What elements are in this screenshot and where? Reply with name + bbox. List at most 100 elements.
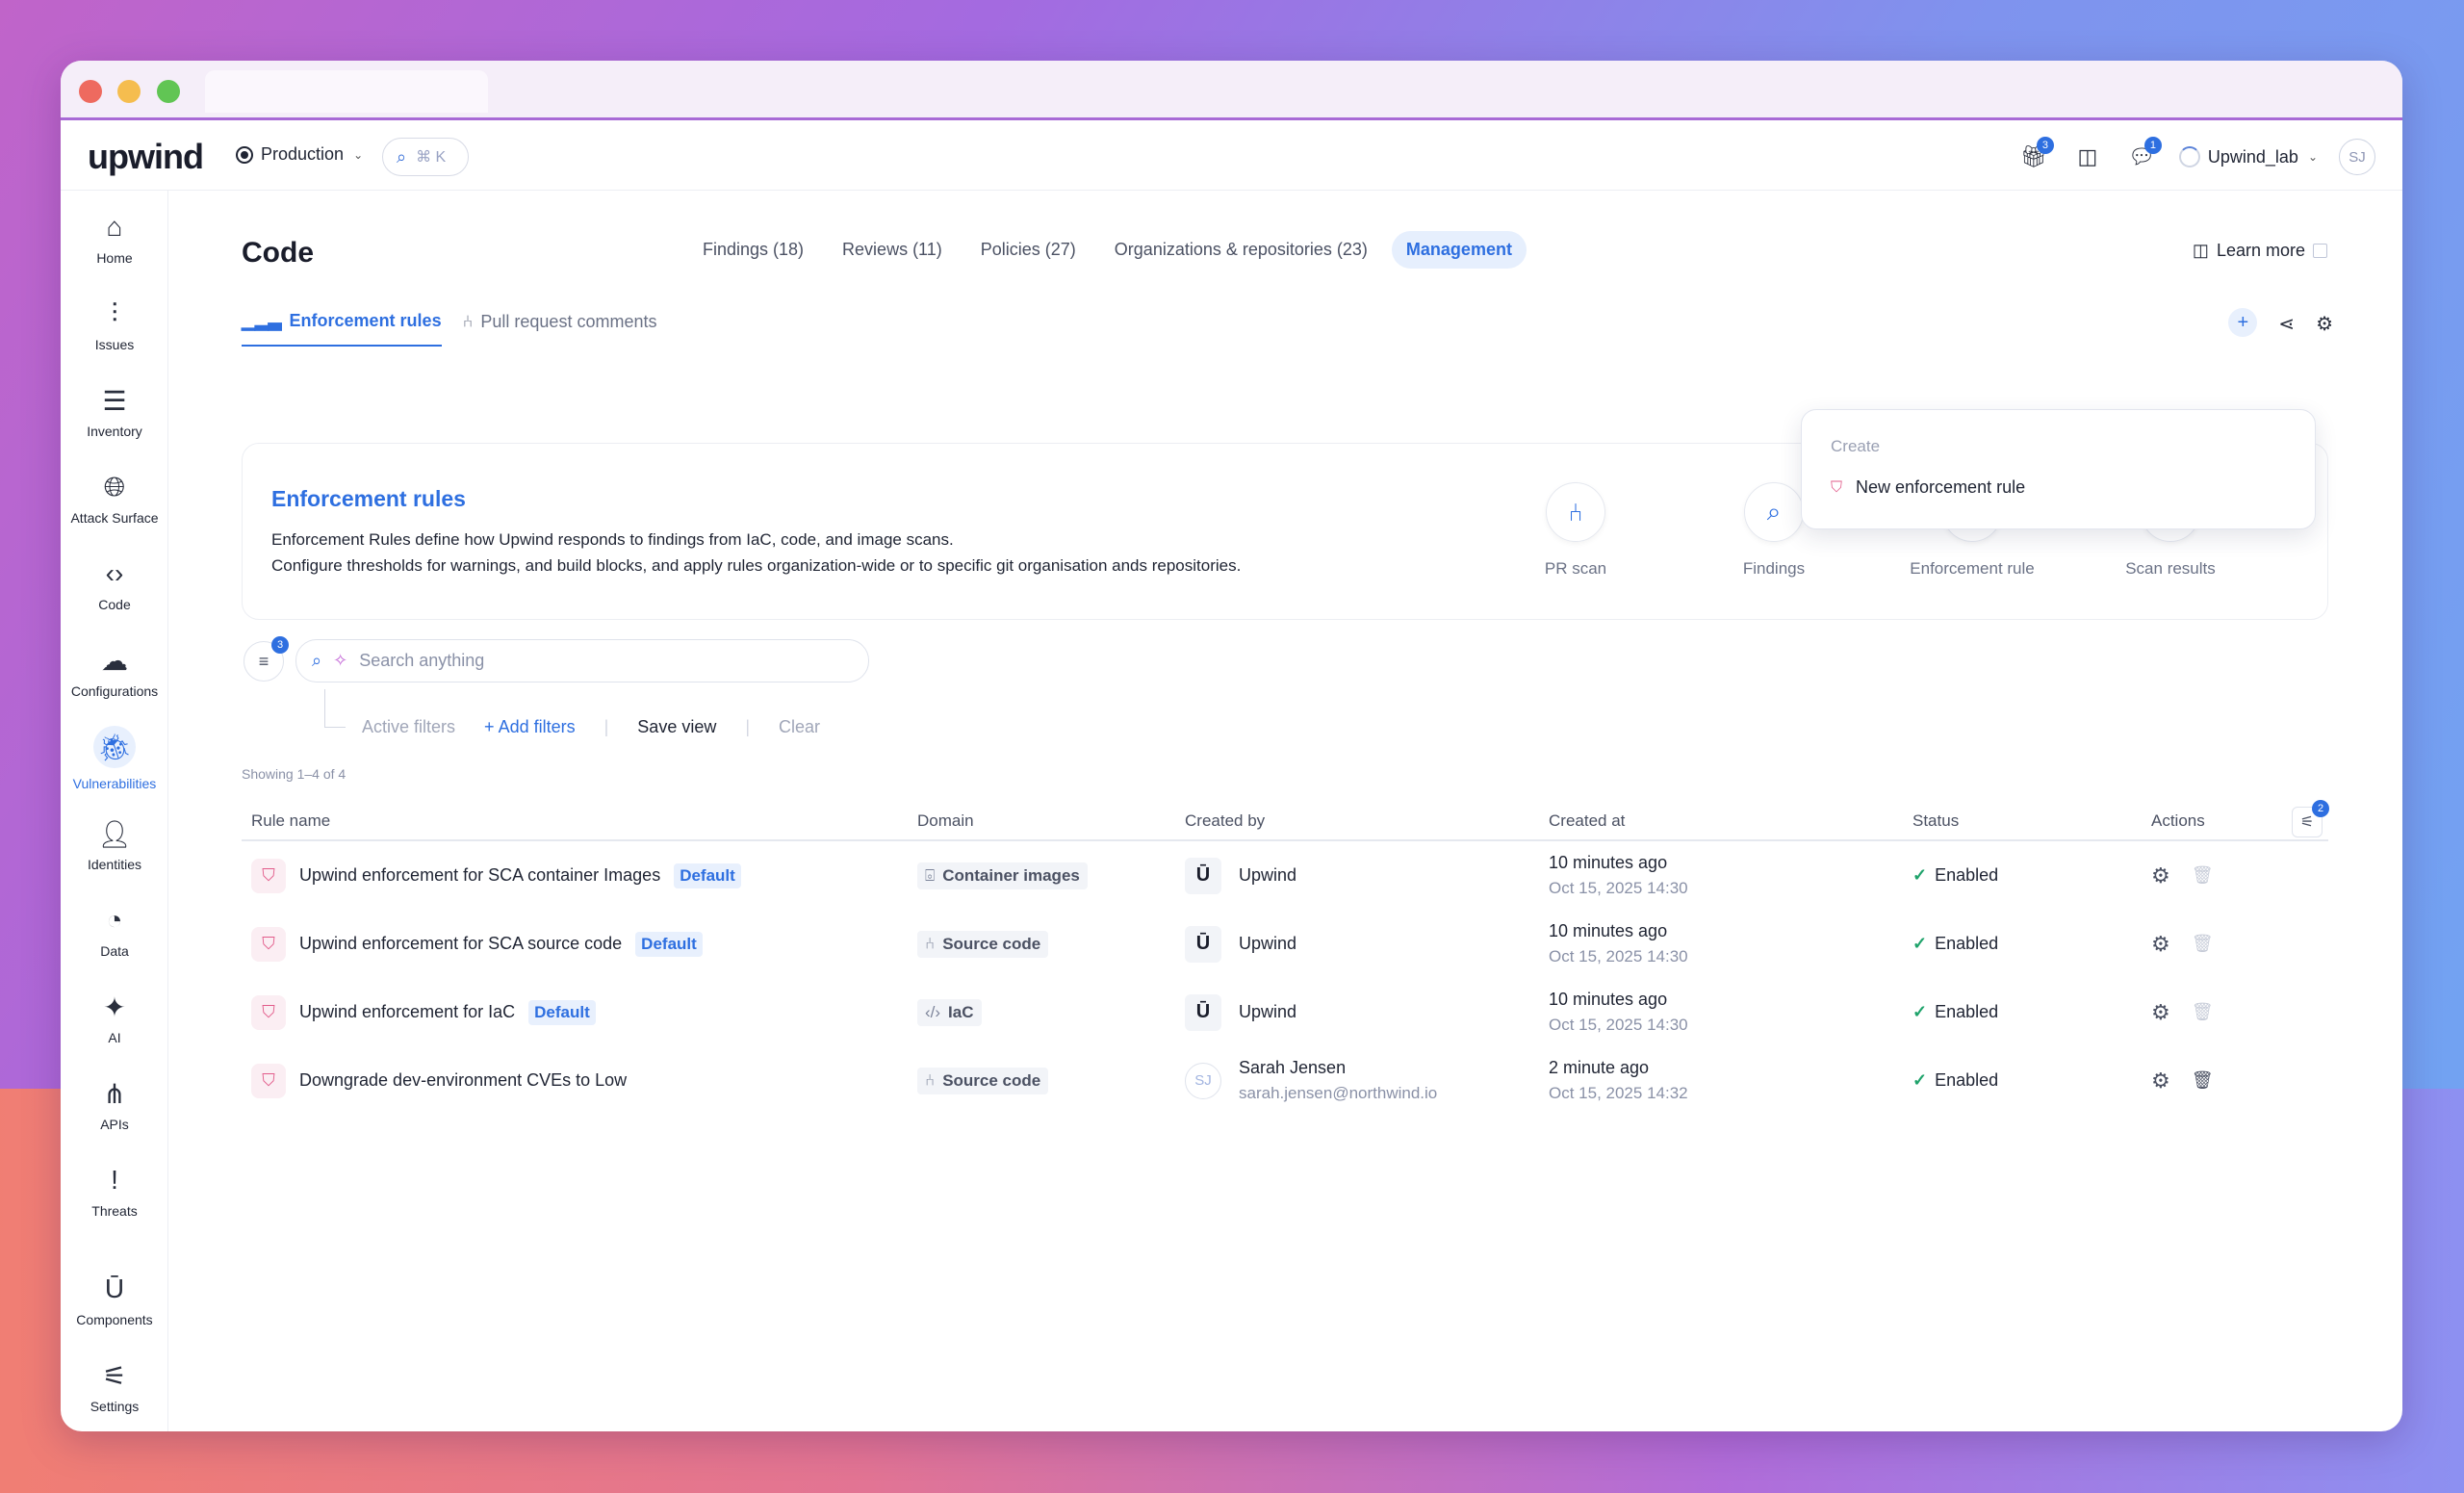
default-tag: Default: [674, 862, 741, 888]
command-search-button[interactable]: ⌕ ⌘ K: [382, 138, 469, 176]
sidebar-item-attack-surface[interactable]: 🌐︎ Attack Surface: [61, 471, 168, 527]
sidebar-item-settings[interactable]: ⚟ Settings: [61, 1360, 168, 1415]
search-placeholder: Search anything: [359, 651, 485, 670]
person-icon: 👤︎: [97, 818, 132, 849]
section-tabs: Findings (18) Reviews (11) Policies (27)…: [688, 231, 1527, 269]
sidebar-item-home[interactable]: ⌂ Home: [61, 212, 168, 266]
sidebar-item-label: Components: [76, 1312, 153, 1327]
minimize-window-button[interactable]: [117, 80, 141, 103]
table-row[interactable]: ⛉ Upwind enforcement for SCA container I…: [242, 841, 2328, 910]
gear-icon[interactable]: ⚙: [2316, 312, 2333, 337]
org-selector[interactable]: Upwind_lab ⌄: [2178, 146, 2318, 167]
docs-button[interactable]: ◫: [2071, 141, 2104, 173]
learn-more-link[interactable]: ◫ Learn more: [2193, 241, 2327, 261]
rule-name[interactable]: Upwind enforcement for IaC: [299, 1002, 515, 1022]
sidebar-item-data[interactable]: ◔ Data: [61, 905, 168, 959]
filter-bar: Active filters + Add filters | Save view…: [362, 717, 820, 737]
domain-label: IaC: [948, 1002, 974, 1021]
rule-name[interactable]: Upwind enforcement for SCA source code: [299, 934, 622, 954]
creator-name: Sarah Jensen: [1239, 1058, 1347, 1077]
sidebar-item-ai[interactable]: ✦ AI: [61, 991, 168, 1046]
sidebar-item-components[interactable]: Ū Components: [61, 1274, 168, 1327]
add-filters-button[interactable]: + Add filters: [484, 717, 576, 737]
subtab-label: Pull request comments: [480, 312, 657, 331]
pie-icon: ◔: [106, 905, 123, 935]
table-row[interactable]: ⛉ Upwind enforcement for SCA source code…: [242, 910, 2328, 978]
sidebar-item-label: Identities: [87, 857, 142, 872]
column-header[interactable]: Rule name: [242, 811, 911, 831]
app-logo[interactable]: upwind: [88, 137, 204, 177]
sidebar-item-apis[interactable]: ⋔ APIs: [61, 1078, 168, 1133]
sidebar-item-inventory[interactable]: ☰ Inventory: [61, 385, 168, 440]
domain-chip: ‹/› IaC: [917, 998, 982, 1026]
add-button[interactable]: +: [2228, 308, 2258, 337]
sidebar-item-issues[interactable]: ⫶ Issues: [61, 298, 168, 353]
user-avatar[interactable]: SJ: [2339, 139, 2375, 175]
tab-management[interactable]: Management: [1391, 231, 1527, 269]
gear-icon[interactable]: ⚙: [2151, 1068, 2170, 1094]
save-view-button[interactable]: Save view: [637, 717, 716, 737]
sidebar-item-label: APIs: [100, 1117, 129, 1132]
flow-label: Enforcement rule: [1910, 559, 2035, 578]
sidebar-item-label: Home: [96, 250, 133, 266]
share-icon[interactable]: ⋖: [2278, 312, 2295, 337]
main-content: Code Findings (18) Reviews (11) Policies…: [168, 191, 2402, 1431]
domain-chip: ⌻ Container images: [917, 862, 1088, 889]
book-icon: ◫: [2077, 144, 2098, 168]
create-menu: Create ⛉ New enforcement rule: [1801, 409, 2316, 529]
container-icon: ⌻: [925, 865, 936, 885]
created-at-cell: 2 minute ago Oct 15, 2025 14:32: [1543, 1058, 1907, 1103]
subtabs: ▁▂▃ Enforcement rules ⑃ Pull request com…: [242, 311, 656, 347]
gift-badge: 3: [2036, 137, 2054, 154]
column-header[interactable]: Status: [1907, 811, 2145, 831]
sidebar-item-vulnerabilities[interactable]: 🐞︎ Vulnerabilities: [61, 726, 168, 791]
status-cell: ✓ Enabled: [1907, 1002, 2145, 1022]
gear-icon[interactable]: ⚙: [2151, 1000, 2170, 1025]
status-cell: ✓ Enabled: [1907, 1070, 2145, 1091]
column-header[interactable]: Domain: [911, 811, 1179, 831]
new-enforcement-rule-item[interactable]: ⛉ New enforcement rule: [1831, 477, 2025, 498]
chat-button[interactable]: 💬︎ 1: [2125, 137, 2162, 173]
tab-organizations[interactable]: Organizations & repositories (23): [1100, 231, 1382, 269]
search-input[interactable]: ⌕ ✧ Search anything: [295, 639, 869, 682]
loading-icon: [2178, 146, 2200, 167]
gear-icon[interactable]: ⚙: [2151, 863, 2170, 888]
filter-button[interactable]: ≡ 3: [244, 636, 289, 682]
trash-icon[interactable]: 🗑︎: [2192, 1070, 2214, 1091]
column-settings-button[interactable]: ⚟ 2: [2292, 800, 2329, 837]
default-tag: Default: [528, 999, 596, 1025]
chat-badge: 1: [2143, 137, 2162, 154]
absolute-time: Oct 15, 2025 14:30: [1549, 947, 1688, 965]
close-window-button[interactable]: [79, 80, 102, 103]
exclamation-icon: !: [111, 1165, 118, 1195]
sidebar-item-configurations[interactable]: ☁︎ Configurations: [61, 645, 168, 700]
domain-chip: ⑃ Source code: [917, 930, 1049, 958]
tab-policies[interactable]: Policies (27): [966, 231, 1091, 269]
code-icon: ‹/›: [925, 1002, 941, 1021]
clear-button[interactable]: Clear: [779, 717, 820, 737]
rule-name[interactable]: Downgrade dev-environment CVEs to Low: [299, 1070, 627, 1091]
info-card-description: Enforcement Rules define how Upwind resp…: [271, 527, 1241, 579]
table-row[interactable]: ⛉ Upwind enforcement for IaC Default ‹/›…: [242, 978, 2328, 1046]
maximize-window-button[interactable]: [157, 80, 180, 103]
column-header[interactable]: Created at: [1543, 811, 1907, 831]
tab-reviews[interactable]: Reviews (11): [828, 231, 957, 269]
sidebar-item-identities[interactable]: 👤︎ Identities: [61, 818, 168, 873]
globe-icon: 🌐︎: [103, 471, 126, 502]
subtab-enforcement-rules[interactable]: ▁▂▃ Enforcement rules: [242, 311, 442, 347]
subtab-pr-comments[interactable]: ⑃ Pull request comments: [463, 311, 657, 347]
browser-tab[interactable]: [205, 70, 488, 113]
rule-name[interactable]: Upwind enforcement for SCA container Ima…: [299, 865, 660, 886]
pull-request-icon: ⑃: [462, 312, 474, 331]
table-row[interactable]: ⛉ Downgrade dev-environment CVEs to Low …: [242, 1046, 2328, 1115]
sidebar-item-label: Configurations: [70, 683, 159, 699]
gift-button[interactable]: 🎁︎ 3: [2017, 137, 2054, 173]
gear-icon[interactable]: ⚙: [2151, 932, 2170, 957]
environment-selector[interactable]: Production ⌄: [236, 144, 363, 165]
sidebar-item-code[interactable]: ‹› Code: [61, 558, 168, 612]
tab-findings[interactable]: Findings (18): [688, 231, 818, 269]
page-title: Code: [242, 237, 314, 269]
column-header[interactable]: Created by: [1179, 811, 1543, 831]
created-by-cell: SJ Sarah Jensen sarah.jensen@northwind.i…: [1179, 1058, 1543, 1103]
sidebar-item-threats[interactable]: ! Threats: [61, 1165, 168, 1219]
